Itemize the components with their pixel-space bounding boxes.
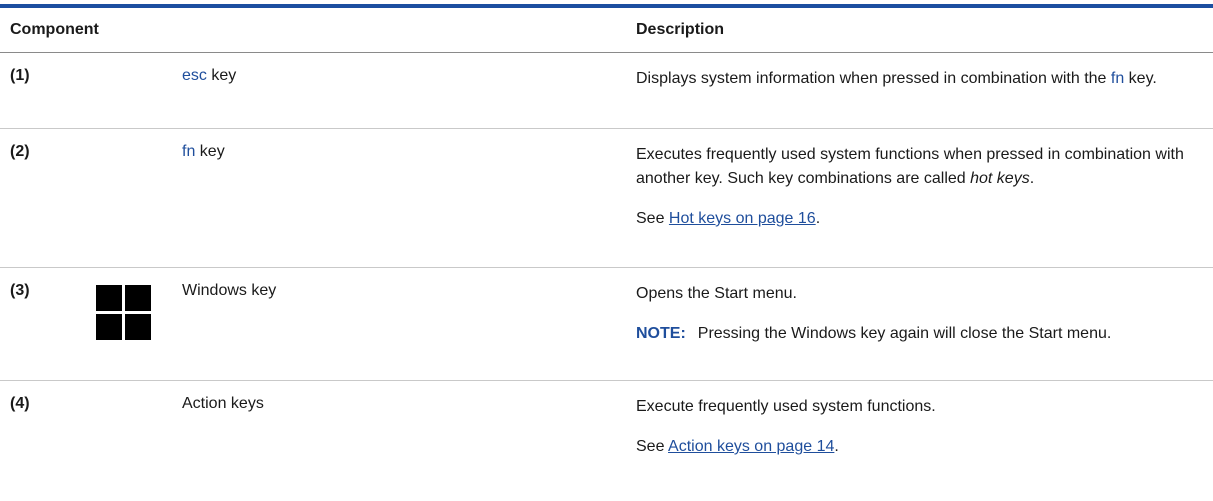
note-label: NOTE:	[636, 325, 686, 342]
component-table: Component Description (1) esc key Displa…	[0, 4, 1213, 481]
see-suffix: .	[834, 438, 839, 455]
component-description: Executes frequently used system function…	[636, 143, 1203, 231]
header-component: Component	[10, 21, 99, 38]
component-number: (4)	[10, 395, 30, 412]
action-keys-link[interactable]: Action keys on page 14	[668, 438, 834, 455]
desc-emphasis: hot keys	[970, 170, 1030, 187]
component-name: Windows key	[182, 282, 277, 299]
key-name: fn	[182, 143, 196, 160]
desc-text: key.	[1124, 70, 1157, 87]
note-text: Pressing the Windows key again will clos…	[697, 325, 1112, 342]
desc-text: Execute frequently used system functions…	[636, 398, 936, 415]
see-prefix: See	[636, 438, 669, 455]
see-prefix: See	[636, 210, 669, 227]
desc-text: Opens the Start menu.	[636, 285, 797, 302]
header-description: Description	[636, 21, 725, 38]
windows-logo-icon	[96, 285, 151, 340]
desc-keyword: fn	[1110, 70, 1125, 87]
component-number: (1)	[10, 67, 30, 84]
component-number: (3)	[10, 282, 30, 299]
component-name: fn key	[182, 143, 225, 161]
key-name: esc	[182, 67, 207, 84]
table-row: (2) fn key Executes frequently used syst…	[0, 129, 1213, 268]
component-description: Displays system information when pressed…	[636, 67, 1203, 91]
key-suffix: key	[211, 67, 237, 84]
component-description: Execute frequently used system functions…	[636, 395, 1203, 459]
key-suffix: key	[199, 143, 225, 160]
see-suffix: .	[815, 210, 821, 227]
table-header-row: Component Description	[0, 8, 1213, 53]
component-name: esc key	[182, 67, 236, 85]
component-name: Action keys	[182, 395, 264, 412]
table-row: (4) Action keys Execute frequently used …	[0, 381, 1213, 481]
hot-keys-link[interactable]: Hot keys on page 16	[669, 210, 816, 227]
component-number: (2)	[10, 143, 30, 160]
desc-text: Executes frequently used system function…	[636, 146, 1184, 187]
component-description: Opens the Start menu. NOTE: Pressing the …	[636, 282, 1203, 346]
desc-text: .	[1029, 170, 1035, 187]
desc-text: Displays system information when pressed…	[636, 70, 1111, 87]
table-row: (1) esc key Displays system information …	[0, 53, 1213, 129]
table-row: (3) Windows key Opens the Start menu. NO…	[0, 268, 1213, 381]
